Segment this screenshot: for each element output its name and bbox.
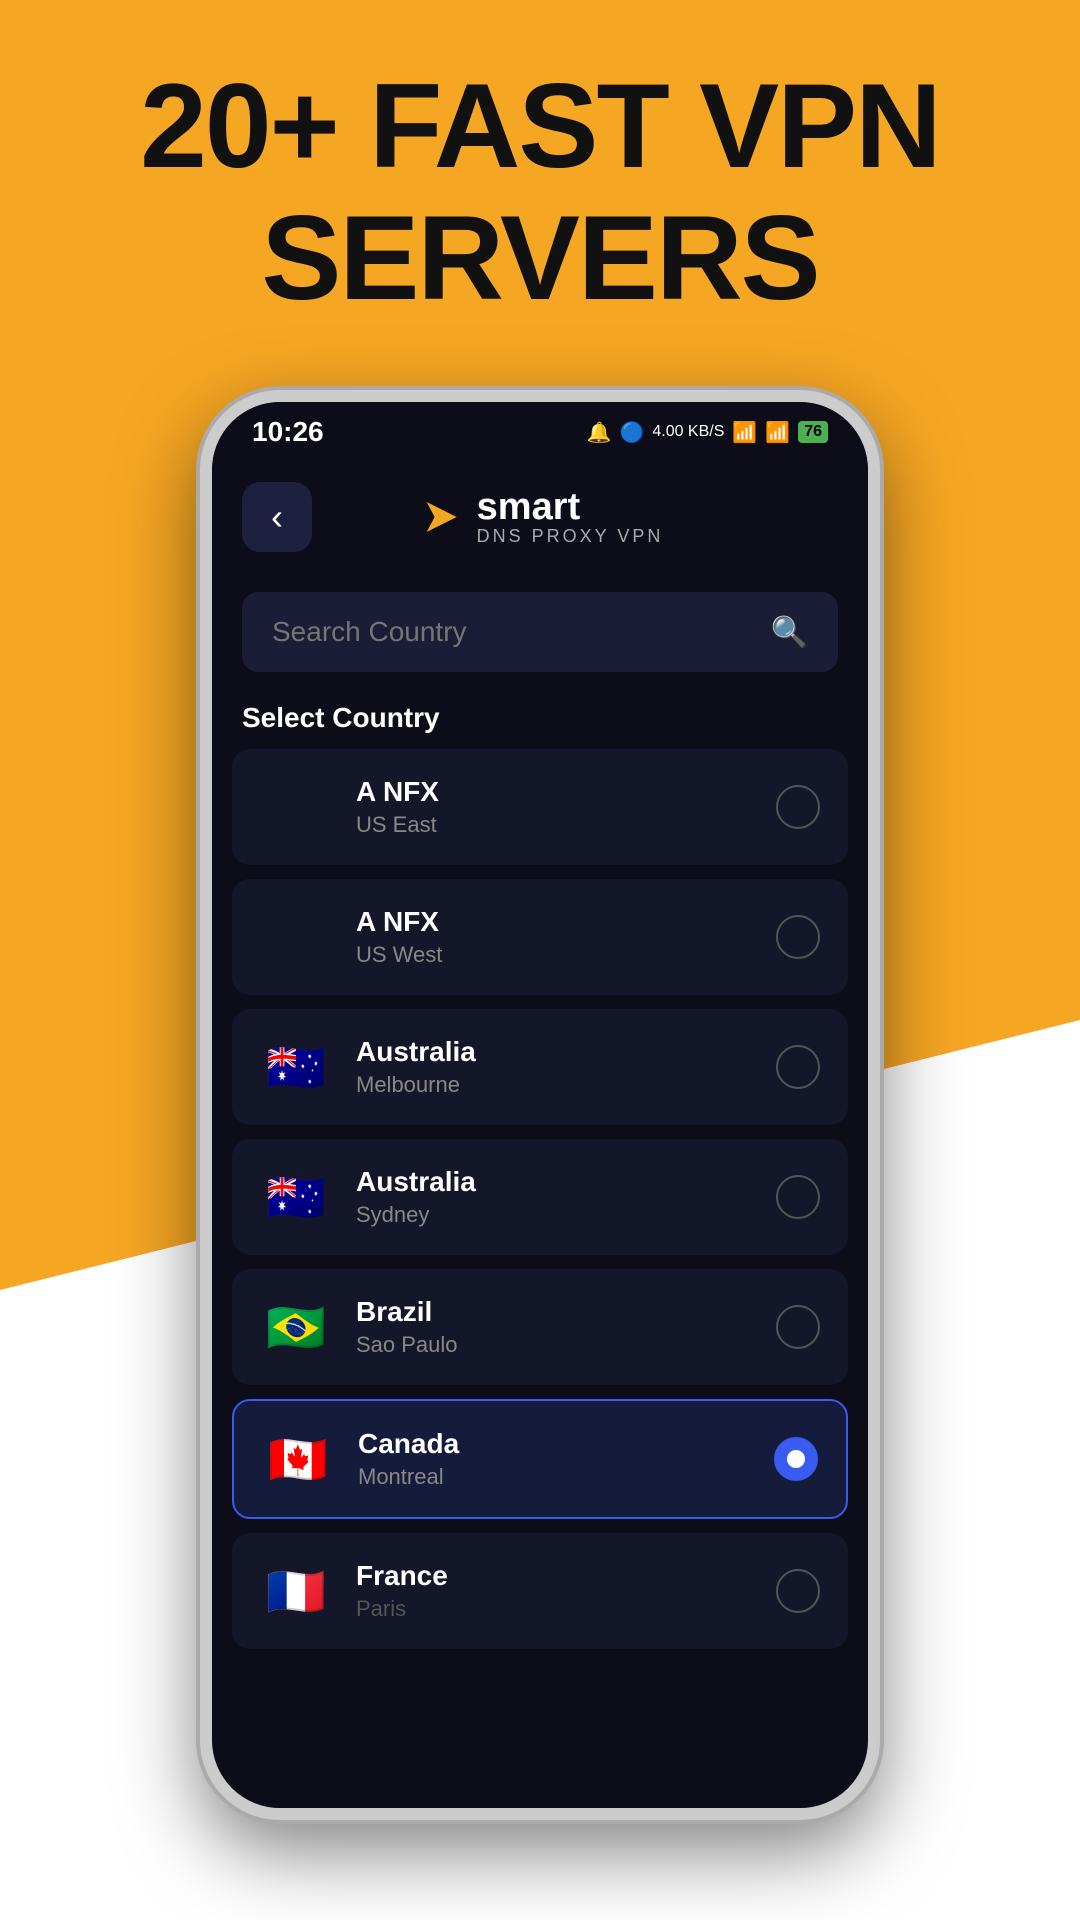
radio-inner-ca-montreal [787, 1450, 805, 1468]
logo-smart-text: smart [477, 488, 664, 526]
country-city-anfx-east: US East [356, 812, 776, 838]
logo-sub-text: DNS PROXY VPN [477, 526, 664, 547]
country-info-au-melbourne: Australia Melbourne [356, 1036, 776, 1098]
country-item-au-melbourne[interactable]: 🇦🇺 Australia Melbourne [232, 1009, 848, 1125]
radio-anfx-west[interactable] [776, 915, 820, 959]
flag-br-saopaulo: 🇧🇷 [260, 1291, 332, 1363]
status-time: 10:26 [252, 416, 324, 448]
search-container: 🔍 [212, 572, 868, 692]
country-city-anfx-west: US West [356, 942, 776, 968]
flag-fr-paris: 🇫🇷 [260, 1555, 332, 1627]
radio-au-sydney[interactable] [776, 1175, 820, 1219]
notification-icon: 🔔 [587, 420, 612, 445]
flag-au-sydney: 🇦🇺 [260, 1161, 332, 1233]
back-icon: ‹ [271, 499, 283, 535]
radio-br-saopaulo[interactable] [776, 1305, 820, 1349]
country-city-au-sydney: Sydney [356, 1202, 776, 1228]
radio-ca-montreal[interactable] [774, 1437, 818, 1481]
country-city-au-melbourne: Melbourne [356, 1072, 776, 1098]
country-item-fr-paris[interactable]: 🇫🇷 France Paris [232, 1533, 848, 1649]
flag-anfx-west [260, 901, 332, 973]
country-name-fr-paris: France [356, 1560, 776, 1592]
status-icons: 🔔 🔵 4.00 KB/S 📶 📶 76 [587, 420, 828, 445]
search-bar[interactable]: 🔍 [242, 592, 838, 672]
screen: 10:26 🔔 🔵 4.00 KB/S 📶 📶 76 ‹ smart [212, 402, 868, 1808]
country-info-ca-montreal: Canada Montreal [358, 1428, 774, 1490]
flag-au-melbourne: 🇦🇺 [260, 1031, 332, 1103]
radio-au-melbourne[interactable] [776, 1045, 820, 1089]
back-button[interactable]: ‹ [242, 482, 312, 552]
radio-fr-paris[interactable] [776, 1569, 820, 1613]
country-info-anfx-east: A NFX US East [356, 776, 776, 838]
country-name-anfx-west: A NFX [356, 906, 776, 938]
country-name-anfx-east: A NFX [356, 776, 776, 808]
search-input[interactable] [272, 616, 771, 648]
flag-anfx-east [260, 771, 332, 843]
country-item-br-saopaulo[interactable]: 🇧🇷 Brazil Sao Paulo [232, 1269, 848, 1385]
logo-text: smart DNS PROXY VPN [477, 488, 664, 547]
country-item-au-sydney[interactable]: 🇦🇺 Australia Sydney [232, 1139, 848, 1255]
country-city-br-saopaulo: Sao Paulo [356, 1332, 776, 1358]
section-label: Select Country [212, 692, 868, 749]
country-info-au-sydney: Australia Sydney [356, 1166, 776, 1228]
signal-icon: 📶 [765, 420, 790, 445]
wifi-icon: 📶 [732, 420, 757, 445]
bluetooth-icon: 🔵 [619, 420, 644, 445]
country-item-ca-montreal[interactable]: 🇨🇦 Canada Montreal [232, 1399, 848, 1519]
country-item-anfx-west[interactable]: A NFX US West [232, 879, 848, 995]
country-name-br-saopaulo: Brazil [356, 1296, 776, 1328]
radio-anfx-east[interactable] [776, 785, 820, 829]
data-speed: 4.00 KB/S [652, 423, 724, 441]
country-city-ca-montreal: Montreal [358, 1464, 774, 1490]
top-bar: ‹ smart DNS PROXY VPN [212, 462, 868, 572]
phone-frame: 10:26 🔔 🔵 4.00 KB/S 📶 📶 76 ‹ smart [200, 390, 880, 1820]
country-info-fr-paris: France Paris [356, 1560, 776, 1622]
logo: smart DNS PROXY VPN [417, 488, 664, 547]
country-name-au-melbourne: Australia [356, 1036, 776, 1068]
country-name-ca-montreal: Canada [358, 1428, 774, 1460]
status-bar: 10:26 🔔 🔵 4.00 KB/S 📶 📶 76 [212, 402, 868, 462]
country-city-fr-paris: Paris [356, 1596, 776, 1622]
country-info-br-saopaulo: Brazil Sao Paulo [356, 1296, 776, 1358]
battery-indicator: 76 [798, 421, 828, 443]
flag-ca-montreal: 🇨🇦 [262, 1423, 334, 1495]
country-list: A NFX US East A NFX US West 🇦🇺 [212, 749, 868, 1808]
search-icon: 🔍 [771, 615, 808, 650]
country-name-au-sydney: Australia [356, 1166, 776, 1198]
logo-icon [417, 492, 467, 542]
headline: 20+ FAST VPN SERVERS [0, 60, 1080, 324]
country-item-anfx-east[interactable]: A NFX US East [232, 749, 848, 865]
country-info-anfx-west: A NFX US West [356, 906, 776, 968]
